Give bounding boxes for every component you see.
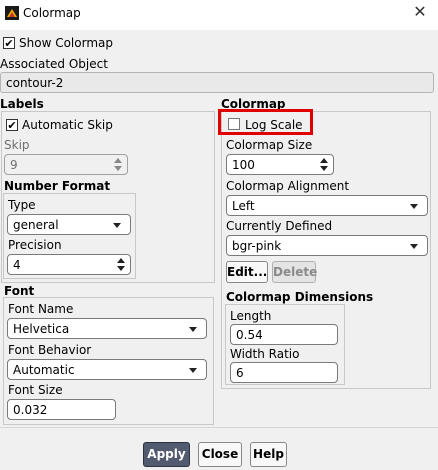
font-heading: Font [4, 284, 35, 298]
help-button[interactable]: Help [250, 442, 287, 467]
font-behavior-value: Automatic [13, 363, 75, 377]
type-label: Type [8, 198, 36, 212]
button-bar-separator [0, 427, 438, 428]
app-icon [5, 6, 19, 20]
associated-object-label: Associated Object [0, 57, 108, 71]
chevron-down-icon [410, 244, 418, 249]
chevron-down-icon [410, 204, 418, 209]
length-input[interactable]: 0.54 [230, 324, 338, 345]
close-icon[interactable]: ✕ [410, 2, 430, 21]
log-scale-highlight [218, 109, 313, 135]
colormap-alignment-value: Left [232, 199, 255, 213]
edit-button[interactable]: Edit... [226, 261, 268, 283]
window-title: Colormap [23, 6, 81, 20]
currently-defined-label: Currently Defined [226, 219, 333, 233]
colormap-dimensions-heading: Colormap Dimensions [226, 290, 374, 304]
currently-defined-value: bgr-pink [232, 239, 282, 253]
precision-label: Precision [8, 238, 62, 252]
colormap-alignment-label: Colormap Alignment [226, 179, 350, 193]
colormap-alignment-dropdown[interactable]: Left [226, 195, 428, 216]
font-size-input[interactable]: 0.032 [7, 399, 116, 420]
automatic-skip-checkbox[interactable]: ✔ [6, 119, 18, 131]
chevron-down-icon [189, 327, 197, 332]
automatic-skip-label: Automatic Skip [22, 118, 113, 132]
font-name-dropdown[interactable]: Helvetica [7, 318, 207, 339]
delete-button[interactable]: Delete [272, 261, 317, 283]
type-value: general [13, 218, 59, 232]
close-button[interactable]: Close [198, 442, 242, 467]
skip-input: 9 [4, 154, 128, 175]
type-dropdown[interactable]: general [7, 214, 131, 235]
font-size-label: Font Size [8, 383, 63, 397]
skip-value: 9 [10, 158, 18, 172]
show-colormap-label: Show Colormap [19, 36, 113, 50]
labels-heading: Labels [0, 97, 44, 111]
font-name-label: Font Name [8, 302, 74, 316]
colormap-size-spinner-icon[interactable] [320, 156, 330, 173]
font-behavior-dropdown[interactable]: Automatic [7, 359, 207, 380]
precision-input[interactable]: 4 [7, 254, 131, 275]
colormap-size-label: Colormap Size [226, 138, 313, 152]
currently-defined-dropdown[interactable]: bgr-pink [226, 235, 428, 256]
precision-spinner-icon[interactable] [117, 256, 127, 273]
colormap-size-value: 100 [232, 158, 255, 172]
width-ratio-input[interactable]: 6 [230, 362, 338, 383]
width-ratio-label: Width Ratio [230, 347, 300, 361]
chevron-down-icon [113, 223, 121, 228]
chevron-down-icon [189, 368, 197, 373]
skip-label: Skip [4, 138, 30, 152]
number-format-heading: Number Format [4, 179, 111, 193]
colormap-size-input[interactable]: 100 [226, 154, 334, 175]
associated-object-field: contour-2 [0, 72, 434, 93]
font-name-value: Helvetica [13, 322, 70, 336]
font-behavior-label: Font Behavior [8, 343, 92, 357]
precision-value: 4 [13, 258, 21, 272]
apply-button[interactable]: Apply [143, 442, 190, 467]
length-label: Length [230, 309, 272, 323]
skip-spinner-icon [114, 156, 124, 173]
show-colormap-checkbox[interactable]: ✔ [3, 37, 15, 49]
